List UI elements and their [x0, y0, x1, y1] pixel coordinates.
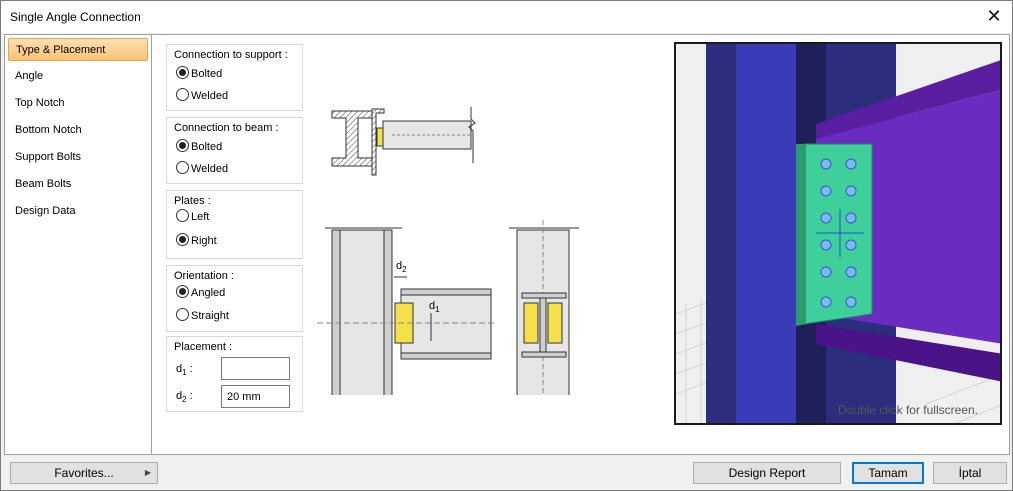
radio-unchecked-icon — [176, 161, 189, 174]
sidebar-item-type-placement[interactable]: Type & Placement — [8, 38, 148, 61]
d2-dimension-label: d2 — [396, 260, 407, 274]
radio-checked-icon — [176, 66, 189, 79]
section-view — [509, 220, 579, 395]
title-bar: Single Angle Connection ✕ — [1, 1, 1012, 33]
sidebar-item-angle[interactable]: Angle — [8, 65, 148, 88]
group-title: Connection to support : — [174, 49, 288, 61]
radio-checked-icon — [176, 233, 189, 246]
beam-bolted-radio[interactable]: Bolted — [176, 139, 222, 155]
plates-right-radio[interactable]: Right — [176, 233, 217, 249]
sidebar-item-beam-bolts[interactable]: Beam Bolts — [8, 173, 148, 196]
design-report-button[interactable]: Design Report — [693, 462, 841, 484]
sidebar-item-bottom-notch[interactable]: Bottom Notch — [8, 119, 148, 142]
group-title: Connection to beam : — [174, 122, 279, 134]
plates-left-radio[interactable]: Left — [176, 209, 209, 225]
plan-view — [331, 107, 476, 176]
radio-checked-icon — [176, 139, 189, 152]
sidebar-nav: Type & Placement Angle Top Notch Bottom … — [4, 34, 152, 455]
orientation-group: Orientation : Angled Straight — [166, 265, 303, 332]
group-title: Plates : — [174, 195, 211, 207]
group-title: Placement : — [174, 341, 233, 353]
cancel-button[interactable]: İptal — [933, 462, 1007, 484]
close-icon[interactable]: ✕ — [984, 5, 1004, 27]
front-elevation: d2 d1 — [317, 227, 497, 395]
3d-preview-viewport[interactable]: Double click for fullscreen. — [674, 42, 1002, 425]
connection-to-beam-group: Connection to beam : Bolted Welded — [166, 117, 303, 184]
chevron-right-icon: ▶ — [144, 468, 151, 477]
radio-unchecked-icon — [176, 88, 189, 101]
fullscreen-hint: Double click for fullscreen. — [837, 403, 978, 417]
d1-label: d1 : — [176, 363, 193, 378]
d1-input[interactable] — [221, 357, 290, 380]
radio-unchecked-icon — [176, 209, 189, 222]
support-welded-radio[interactable]: Welded — [176, 88, 228, 104]
sidebar-item-design-data[interactable]: Design Data — [8, 200, 148, 223]
radio-unchecked-icon — [176, 308, 189, 321]
d2-label: d2 : — [176, 390, 193, 405]
3d-connection-render — [676, 44, 1000, 423]
radio-checked-icon — [176, 285, 189, 298]
placement-group: Placement : d1 : d2 : — [166, 336, 303, 412]
window-title: Single Angle Connection — [10, 10, 141, 24]
orientation-straight-radio[interactable]: Straight — [176, 308, 229, 324]
group-title: Orientation : — [174, 270, 234, 282]
beam-welded-radio[interactable]: Welded — [176, 161, 228, 177]
connection-diagram: d2 d1 — [317, 107, 579, 395]
connection-to-support-group: Connection to support : Bolted Welded — [166, 44, 303, 111]
orientation-angled-radio[interactable]: Angled — [176, 285, 225, 301]
sidebar-item-support-bolts[interactable]: Support Bolts — [8, 146, 148, 169]
dialog-window: Single Angle Connection ✕ Type & Placeme… — [0, 0, 1013, 491]
favorites-button[interactable]: Favorites... ▶ — [10, 462, 158, 484]
sidebar-item-top-notch[interactable]: Top Notch — [8, 92, 148, 115]
support-bolted-radio[interactable]: Bolted — [176, 66, 222, 82]
ok-button[interactable]: Tamam — [852, 462, 924, 484]
column-flange — [736, 44, 796, 423]
plates-group: Plates : Left Right — [166, 190, 303, 259]
angle-cleat — [803, 143, 873, 325]
d2-input[interactable] — [221, 385, 290, 408]
